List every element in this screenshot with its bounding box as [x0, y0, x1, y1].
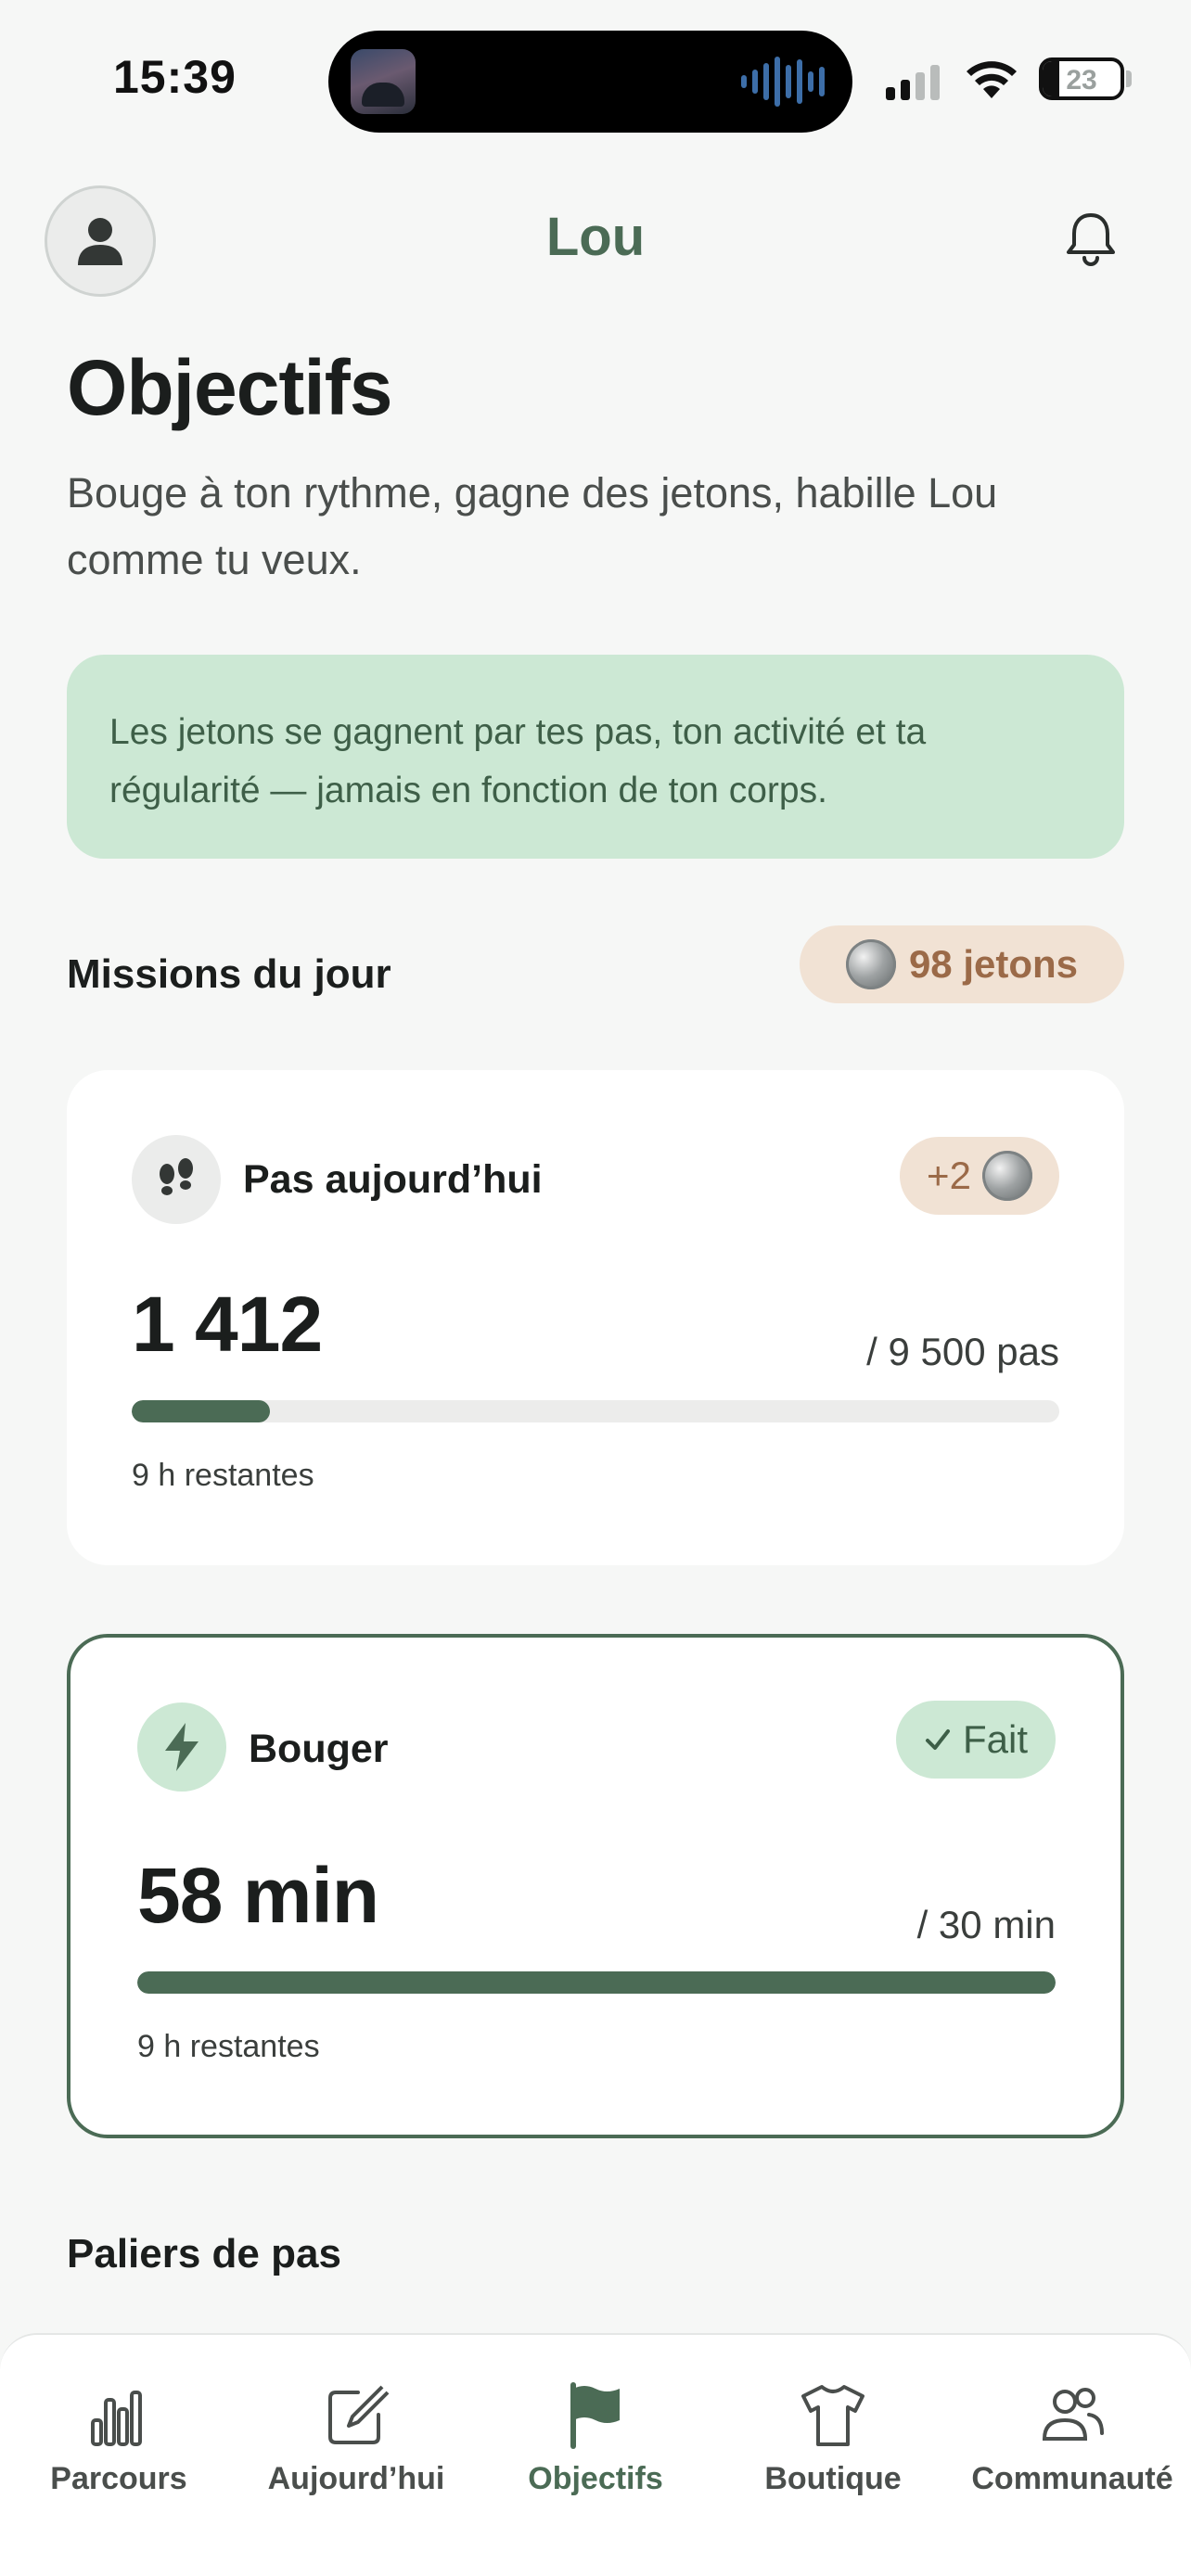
- app-title: Lou: [545, 207, 646, 267]
- bell-icon[interactable]: [1057, 206, 1124, 273]
- reward-amount: +2: [927, 1154, 971, 1197]
- mission-time-remaining: 9 h restantes: [132, 1458, 314, 1493]
- completed-label: Fait: [962, 1717, 1028, 1761]
- status-time: 15:39: [113, 51, 237, 103]
- page-subtitle: Bouge à ton rythme, gagne des jetons, ha…: [67, 469, 998, 583]
- tab-boutique[interactable]: Boutique: [714, 2379, 952, 2497]
- tab-communaute[interactable]: Communauté: [954, 2379, 1191, 2497]
- coin-icon: [845, 939, 896, 989]
- tab-objectifs[interactable]: Objectifs: [477, 2379, 714, 2497]
- page-title: Objectifs: [67, 344, 392, 431]
- mission-progress-fill: [132, 1400, 270, 1422]
- battery-tip: [1126, 70, 1132, 87]
- tokens-balance-badge[interactable]: 98 jetons: [800, 925, 1124, 1003]
- bar-chart-icon: [91, 2391, 142, 2446]
- checkmark-icon: [925, 1729, 950, 1750]
- tab-aujourdhui[interactable]: Aujourd’hui: [237, 2379, 475, 2497]
- people-icon: [1042, 2388, 1104, 2441]
- tab-label: Communauté: [971, 2461, 1173, 2496]
- flag-icon: [570, 2382, 620, 2449]
- battery-level: 23: [1066, 65, 1097, 96]
- reward-badge: +2: [900, 1137, 1059, 1215]
- tab-bar: Parcours Aujourd’hui Objectifs Boutique: [0, 2333, 1191, 2576]
- edit-icon: [328, 2385, 390, 2444]
- mission-current-value: 58 min: [137, 1852, 379, 1939]
- completed-badge: Fait: [896, 1701, 1056, 1779]
- footprints-icon: [132, 1135, 221, 1224]
- mission-progress-bar: [137, 1971, 1056, 1994]
- dynamic-island[interactable]: [328, 31, 852, 133]
- status-bar: 15:39 23: [0, 0, 1191, 158]
- mission-target: / 30 min: [916, 1903, 1056, 1946]
- battery-icon: 23: [1039, 57, 1124, 100]
- coin-icon: [981, 1151, 1032, 1201]
- mission-card-steps[interactable]: Pas aujourd’hui +2 1 412 / 9 500 pas 9 h…: [67, 1070, 1124, 1565]
- wifi-icon: [967, 61, 1017, 98]
- audio-waveform-icon: [741, 57, 825, 107]
- mission-card-move[interactable]: Bouger Fait 58 min / 30 min 9 h restante…: [67, 1634, 1124, 2138]
- info-banner: Les jetons se gagnent par tes pas, ton a…: [67, 655, 1124, 859]
- mission-label: Pas aujourd’hui: [243, 1157, 543, 1202]
- mission-current-value: 1 412: [132, 1281, 323, 1368]
- tab-label: Objectifs: [528, 2461, 663, 2496]
- tab-label: Boutique: [764, 2461, 902, 2496]
- tab-label: Aujourd’hui: [267, 2461, 445, 2496]
- tab-parcours[interactable]: Parcours: [0, 2379, 237, 2497]
- cellular-signal-icon: [886, 65, 940, 100]
- tokens-balance-label: 98 jetons: [908, 942, 1079, 986]
- missions-heading: Missions du jour: [67, 951, 391, 997]
- mission-progress-bar: [132, 1400, 1059, 1422]
- now-playing-artwork: [351, 49, 416, 114]
- step-tiers-heading: Paliers de pas: [67, 2231, 341, 2276]
- mission-progress-fill: [137, 1971, 1056, 1994]
- tab-label: Parcours: [50, 2461, 187, 2496]
- mission-time-remaining: 9 h restantes: [137, 2029, 320, 2064]
- tshirt-icon: [801, 2385, 864, 2446]
- lightning-icon: [137, 1702, 226, 1792]
- mission-target: / 9 500 pas: [866, 1330, 1059, 1373]
- mission-label: Bouger: [249, 1727, 389, 1771]
